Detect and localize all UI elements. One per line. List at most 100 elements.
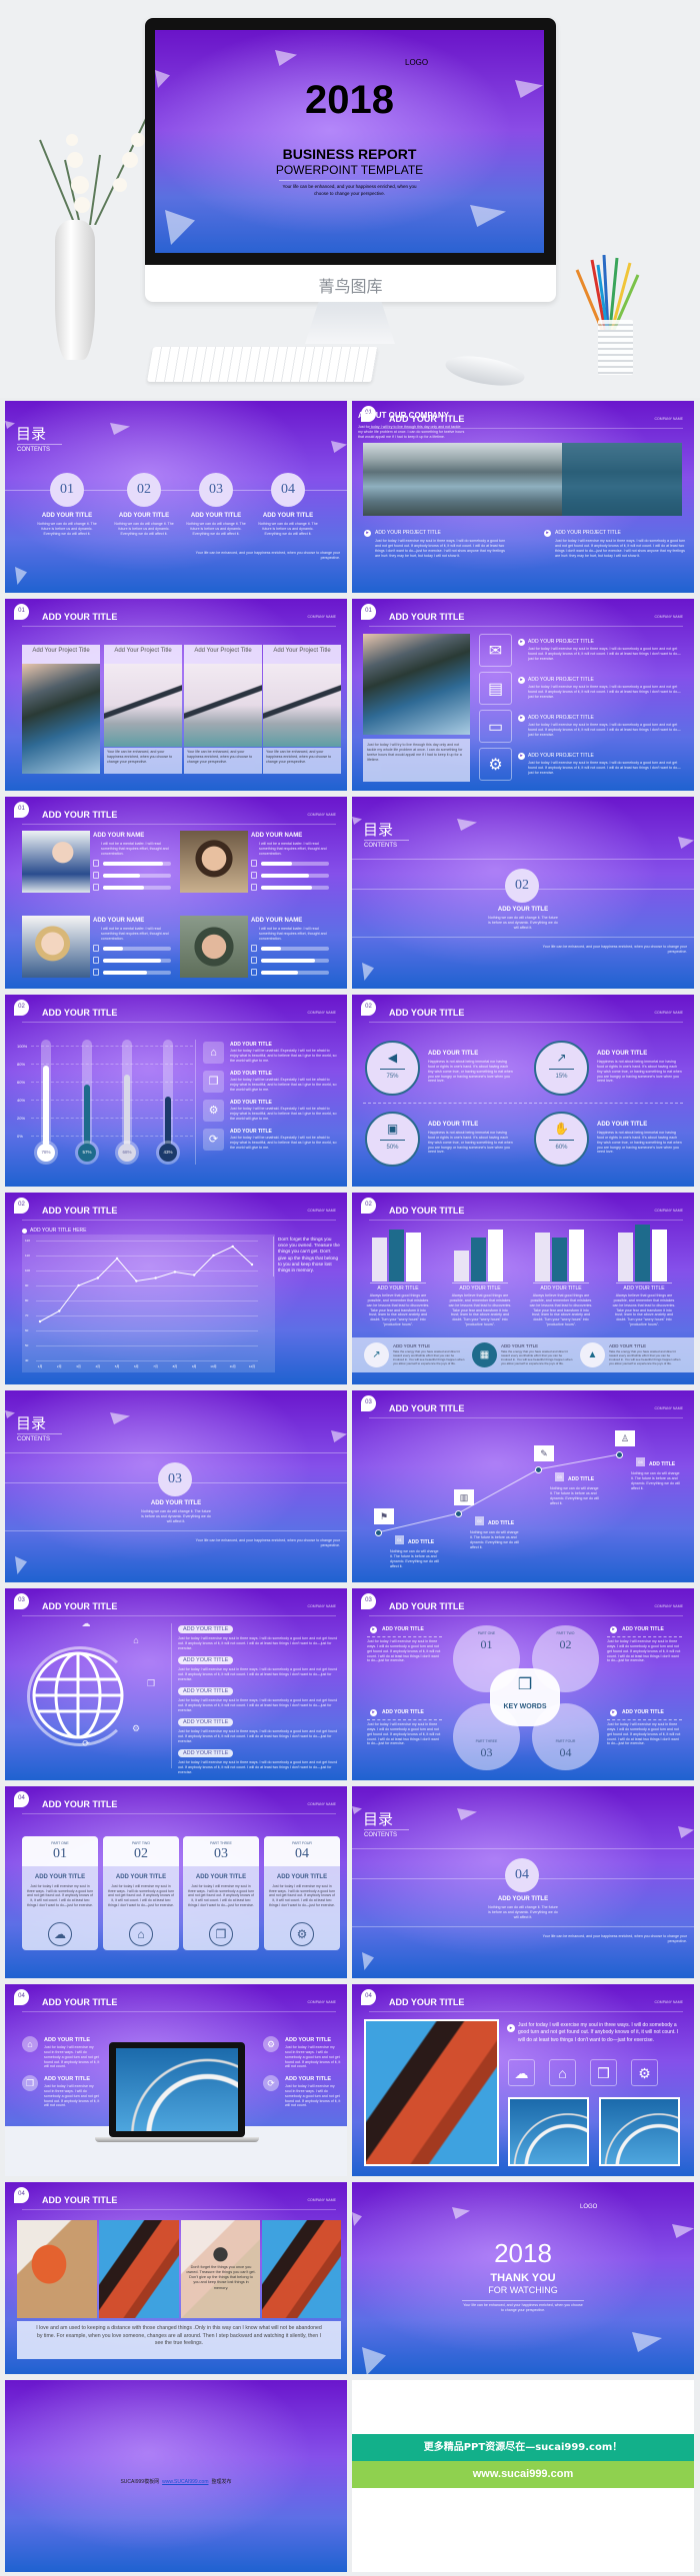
pencil-cup (598, 320, 633, 375)
section-badge: 02 (14, 1198, 29, 1214)
section-title: ADD YOUR TITLE (497, 1896, 549, 1902)
refresh-icon: ⟳ (203, 1129, 224, 1151)
company-name: COMPANY NAME (307, 1802, 336, 1806)
slide-laptop[interactable]: 04 ADD YOUR TITLE COMPANY NAME ⌂ ADD YOUR TI… (5, 1984, 347, 2176)
gear-icon: ⚙ (203, 1100, 224, 1122)
slide-iconlist[interactable]: 01 ADD YOUR TITLE COMPANY NAME Just for tod… (352, 599, 694, 791)
data-point[interactable] (77, 1284, 80, 1288)
home-icon: ⌂ (129, 1922, 153, 1946)
slide-circles[interactable]: 02 ADD YOUR TITLE COMPANY NAME ◀ 75% ADD YOUR… (352, 995, 694, 1187)
closing-tagline: Your life can be enhanced, and your happ… (463, 2303, 583, 2312)
skill-bar-fill (261, 947, 282, 951)
part-text: Just for today I will exercise my soul i… (26, 1884, 94, 1907)
data-point[interactable] (154, 1277, 157, 1280)
contents-item-circle[interactable]: 03 (199, 473, 233, 507)
slide-parts[interactable]: 04 ADD YOUR TITLE COMPANY NAME PART ONE 01 AD… (5, 1786, 347, 1978)
part-card: PART FOUR 04 ADD YOUR TITLE Just for today … (264, 1836, 340, 1950)
contents-item-circle[interactable]: 01 (50, 473, 84, 507)
slide-title: ADD YOUR TITLE (42, 612, 118, 622)
bar-group-title: ADD YOUR TITLE (623, 1286, 665, 1291)
credit-link[interactable]: www.SUCAI999.com (162, 2479, 208, 2485)
card-caption: Your life can be enhanced, and your happ… (104, 748, 182, 774)
data-point[interactable] (231, 1245, 234, 1249)
slide-ad[interactable]: 更多精品PPT资源尽在—sucai999.com！ www.sucai999.co… (352, 2380, 694, 2572)
slide-about[interactable]: 01 ADD YOUR TITLE COMPANY NAME ABOUT OUR CO… (352, 401, 694, 593)
axis-tick-label: 60% (17, 1080, 26, 1085)
slide-cards[interactable]: 01 ADD YOUR TITLE COMPANY NAME Add Your Pro… (5, 599, 347, 791)
slide-globe[interactable]: 03 ADD YOUR TITLE COMPANY NAME ☁ ⌂ ❒ ⚙ ⟳ ADD YOU… (5, 1588, 347, 1780)
slide-keywords[interactable]: 03 ADD YOUR TITLE COMPANY NAME PART ONE 01 PA… (352, 1588, 694, 1780)
stat-title: ADD YOUR TITLE (597, 1051, 648, 1057)
part-number: 01 (53, 1846, 67, 1861)
slide-contents_one[interactable]: 目录 CONTENTS 03 ADD YOUR TITLE Nothing we can… (5, 1390, 347, 1582)
bar (535, 1232, 550, 1282)
home-icon: ⌂ (22, 2036, 38, 2052)
bridge-tower-photo (99, 2220, 179, 2318)
data-point[interactable] (96, 1277, 100, 1280)
slide-thermo[interactable]: 02 ADD YOUR TITLE COMPANY NAME 100% 80% 60% 40… (5, 995, 347, 1187)
section-desc: Nothing we can do will change it. The fu… (488, 916, 558, 930)
section-title: ADD YOUR TITLE (150, 1500, 202, 1506)
card-title: Add Your Project Title (184, 645, 262, 664)
skill-icon (93, 945, 99, 952)
tagline: Your life can be enhanced, and your happ… (195, 551, 340, 560)
slide-credit[interactable]: SUCAI999模板网 www.SUCAI999.com 整理发布 (5, 2380, 347, 2572)
slide-gallery[interactable]: 04 ADD YOUR TITLE COMPANY NAME Don't forget… (5, 2182, 347, 2374)
orchid-flowers (20, 99, 160, 226)
decor-triangle (672, 2224, 694, 2238)
bridge-tower-photo (262, 2220, 341, 2318)
play-icon: ▸ (610, 1709, 617, 1716)
stat-text: Happiness is not about being immortal no… (428, 1060, 513, 1084)
data-point[interactable] (212, 1254, 215, 1258)
section-badge: 01 (14, 802, 29, 818)
data-point[interactable] (250, 1263, 254, 1267)
bridge-photo (104, 664, 182, 747)
data-point[interactable] (58, 1309, 61, 1312)
slide-bars[interactable]: 02 ADD YOUR TITLE COMPANY NAME ADD YOUR TIT… (352, 1193, 694, 1384)
road-photo (22, 664, 100, 774)
company-name: COMPANY NAME (307, 813, 336, 817)
data-point[interactable] (173, 1271, 177, 1274)
part-number: 04 (559, 1745, 572, 1759)
part-number: 02 (559, 1637, 572, 1651)
data-point[interactable] (38, 1319, 42, 1323)
skill-bar-fill (103, 862, 163, 866)
data-point[interactable] (192, 1274, 196, 1277)
item-text: Just for today I will exercise my soul i… (607, 1722, 681, 1746)
slide-team[interactable]: 01 ADD YOUR TITLE COMPANY NAME ADD YOUR NAM… (5, 797, 347, 989)
team-photo (180, 916, 248, 978)
band-item-title: ADD YOUR TITLE (501, 1343, 539, 1348)
promo-url[interactable]: www.sucai999.com (352, 2461, 694, 2488)
contents-item-circle[interactable]: 02 (127, 473, 161, 507)
slide-photo[interactable]: 04 ADD YOUR TITLE COMPANY NAME ▸ Just for to… (352, 1984, 694, 2176)
slide-line[interactable]: 02 ADD YOUR TITLE COMPANY NAME ADD YOUR TIT… (5, 1193, 347, 1384)
slide-contents[interactable]: 目录 CONTENTS 01 ADD YOUR TITLE Nothing we can… (5, 401, 347, 593)
contents-item-desc: Nothing we can do will change it. The fu… (258, 522, 318, 536)
slide-timeline[interactable]: 03 ADD YOUR TITLE COMPANY NAME ⚑ 01 ADD TITLE… (352, 1390, 694, 1582)
monitor-stand (305, 302, 395, 344)
decor-triangle (110, 423, 130, 435)
data-point[interactable] (135, 1280, 138, 1283)
contents-item-circle[interactable]: 04 (271, 473, 305, 507)
part-number: 01 (480, 1637, 493, 1651)
logo: LOGO (405, 58, 429, 67)
slide-contents_one[interactable]: 目录 CONTENTS 04 ADD YOUR TITLE Nothing we can… (352, 1786, 694, 1978)
gear-icon: ⚙ (290, 1922, 314, 1946)
item-text: Just for today I will exercise my soul i… (285, 2045, 341, 2069)
slide-thanks[interactable]: LOGO 2018 THANK YOU FOR WATCHING Your life c… (352, 2182, 694, 2374)
company-name: COMPANY NAME (654, 417, 683, 421)
promo-banner[interactable]: 更多精品PPT资源尽在—sucai999.com！ (352, 2434, 694, 2461)
company-name: COMPANY NAME (307, 1604, 336, 1608)
laptop-base (95, 2137, 259, 2142)
slide-contents_one[interactable]: 目录 CONTENTS 02 ADD YOUR TITLE Nothing we can… (352, 797, 694, 989)
keyboard (146, 347, 379, 382)
pill-text: Just for today I will exercise my soul i… (178, 1636, 338, 1650)
play-icon: ▸ (518, 677, 525, 684)
header-rule (22, 1813, 336, 1814)
title-pill: ADD YOUR TITLE (178, 1656, 234, 1664)
axis-tick-label: 100% (17, 1044, 28, 1049)
hand-icon: ✋ (554, 1122, 569, 1136)
part-number: 03 (214, 1846, 228, 1861)
decor-triangle (470, 205, 506, 227)
data-point[interactable] (115, 1257, 119, 1261)
